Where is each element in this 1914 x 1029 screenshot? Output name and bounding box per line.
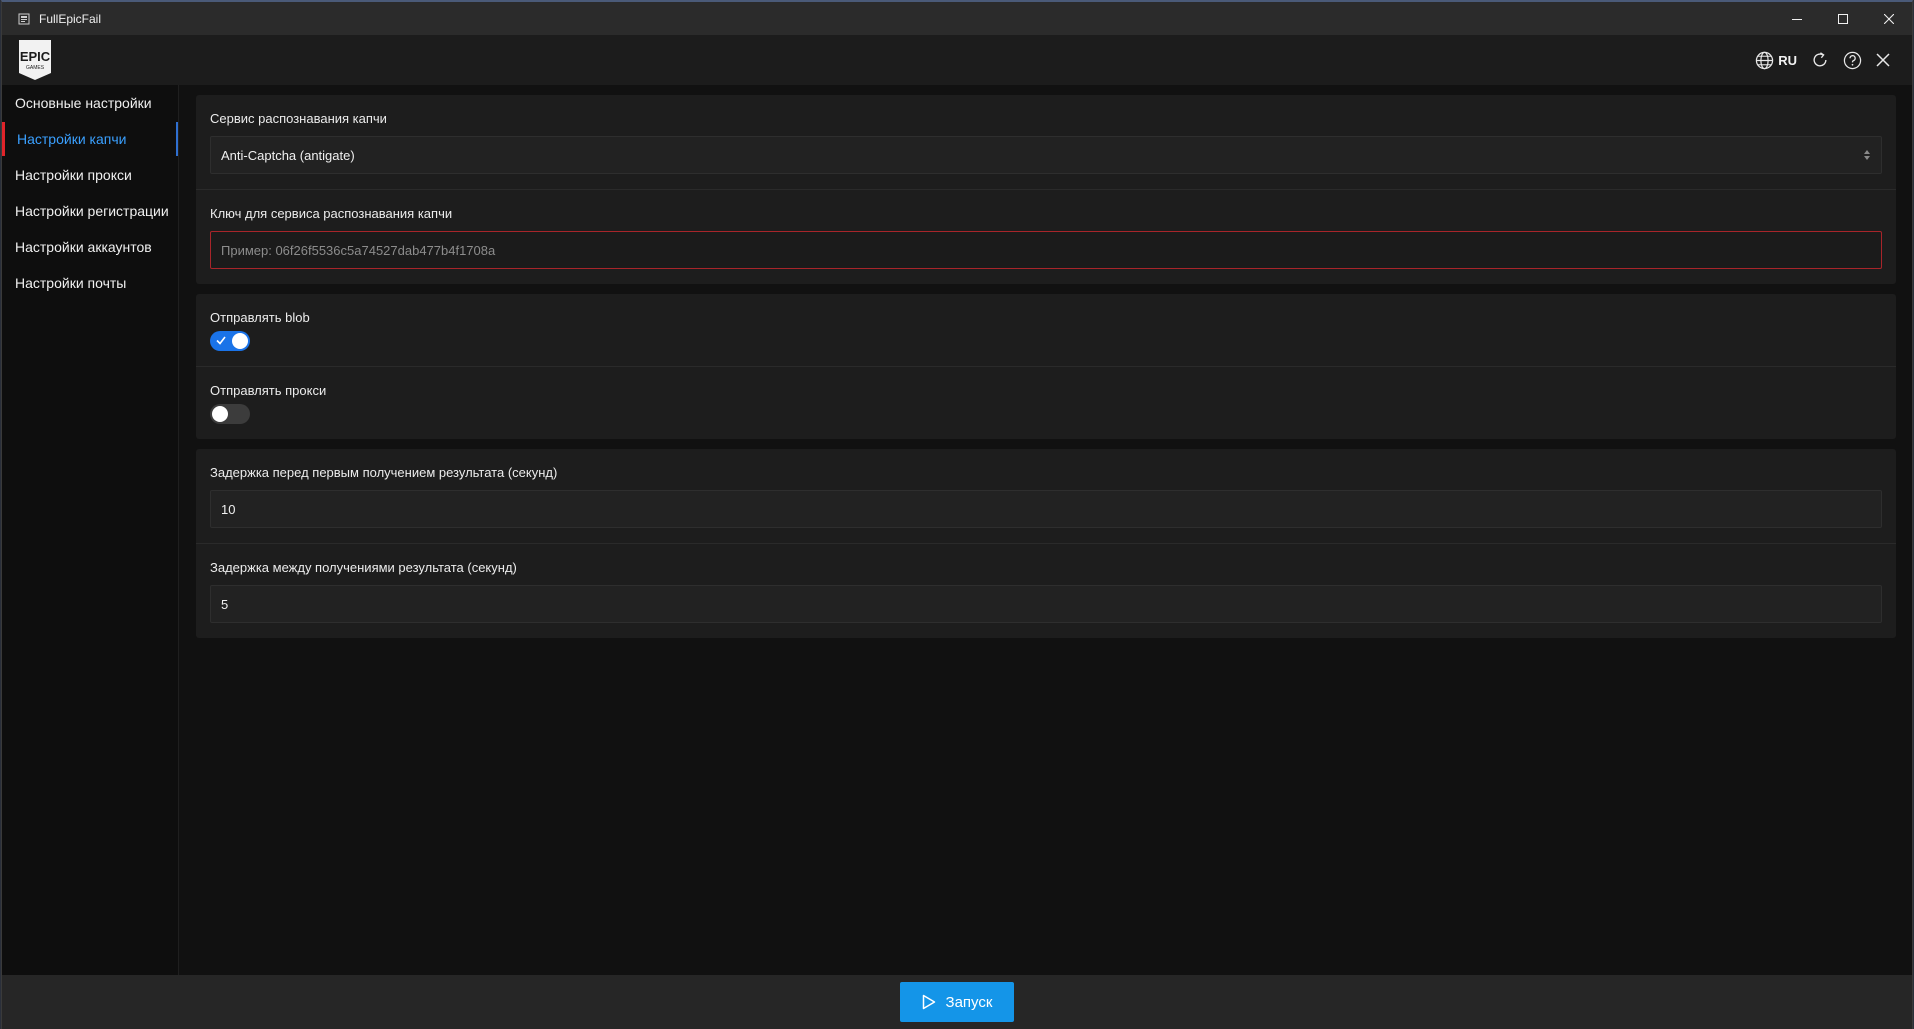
maximize-icon: [1838, 13, 1848, 24]
close-icon: [1876, 53, 1890, 67]
captcha-service-card: Сервис распознавания капчи Anti-Captcha …: [196, 95, 1896, 284]
sidebar-item-registration-settings[interactable]: Настройки регистрации: [2, 193, 178, 229]
select-arrows-icon: [1863, 149, 1871, 161]
refresh-icon: [1813, 52, 1827, 67]
app-icon: [17, 12, 31, 26]
help-button[interactable]: [1843, 51, 1862, 70]
footer-bar: Запуск: [2, 975, 1912, 1029]
send-proxy-toggle[interactable]: [210, 404, 250, 424]
captcha-key-input[interactable]: Пример: 06f26f5536c5a74527dab477b4f1708a: [210, 231, 1882, 269]
first-delay-value: 10: [221, 501, 236, 517]
between-delay-value: 5: [221, 596, 229, 612]
help-icon: [1843, 51, 1862, 69]
sidebar-item-mail-settings[interactable]: Настройки почты: [2, 265, 178, 301]
captcha-key-field: Ключ для сервиса распознавания капчи При…: [196, 190, 1896, 284]
send-proxy-label: Отправлять прокси: [210, 383, 327, 398]
window-close-button[interactable]: [1866, 2, 1912, 35]
minimize-button[interactable]: [1774, 2, 1820, 35]
sidebar-item-label: Настройки регистрации: [15, 203, 169, 219]
title-bar: FullEpicFail: [2, 2, 1912, 35]
refresh-button[interactable]: [1811, 51, 1829, 69]
send-blob-label: Отправлять blob: [210, 310, 310, 325]
start-button[interactable]: Запуск: [900, 982, 1014, 1022]
start-button-label: Запуск: [945, 993, 993, 1011]
sidebar-item-account-settings[interactable]: Настройки аккаунтов: [2, 229, 178, 265]
epic-games-logo: EPIC GAMES: [19, 40, 51, 80]
app-close-button[interactable]: [1876, 53, 1890, 67]
sidebar-item-label: Настройки капчи: [17, 131, 127, 147]
play-icon: [922, 994, 935, 1010]
minimize-icon: [1792, 18, 1802, 20]
svg-text:GAMES: GAMES: [26, 65, 45, 71]
globe-icon: [1756, 51, 1774, 69]
first-delay-input[interactable]: 10: [210, 490, 1882, 528]
sidebar-item-label: Настройки почты: [15, 275, 127, 291]
send-blob-field: Отправлять blob: [196, 294, 1896, 367]
settings-content: Сервис распознавания капчи Anti-Captcha …: [196, 95, 1896, 648]
sidebar: Основные настройки Настройки капчи Настр…: [2, 85, 179, 975]
window-title: FullEpicFail: [39, 11, 102, 26]
captcha-service-label: Сервис распознавания капчи: [210, 111, 387, 126]
send-proxy-field: Отправлять прокси: [196, 367, 1896, 439]
first-delay-field: Задержка перед первым получением результ…: [196, 449, 1896, 544]
sidebar-item-label: Основные настройки: [15, 95, 152, 111]
sidebar-item-captcha-settings[interactable]: Настройки капчи: [2, 121, 178, 157]
captcha-key-label: Ключ для сервиса распознавания капчи: [210, 206, 453, 221]
captcha-service-select[interactable]: Anti-Captcha (antigate): [210, 136, 1882, 174]
sidebar-item-proxy-settings[interactable]: Настройки прокси: [2, 157, 178, 193]
between-delay-label: Задержка между получениями результата (с…: [210, 560, 517, 575]
toggle-knob: [212, 406, 228, 422]
send-blob-toggle[interactable]: [210, 331, 250, 351]
app-window: FullEpicFail EPIC GAMES RU Основные наст…: [1, 0, 1913, 1029]
close-icon: [1884, 13, 1894, 24]
between-delay-field: Задержка между получениями результата (с…: [196, 544, 1896, 638]
app-header: EPIC GAMES RU: [2, 35, 1912, 85]
captcha-delay-card: Задержка перед первым получением результ…: [196, 449, 1896, 638]
check-icon: [216, 336, 226, 345]
language-label: RU: [1778, 52, 1797, 68]
captcha-service-field: Сервис распознавания капчи Anti-Captcha …: [196, 95, 1896, 190]
captcha-options-card: Отправлять blob Отправлять прокси: [196, 294, 1896, 439]
captcha-key-placeholder: Пример: 06f26f5536c5a74527dab477b4f1708a: [221, 242, 496, 258]
toggle-knob: [232, 333, 248, 349]
maximize-button[interactable]: [1820, 2, 1866, 35]
captcha-service-value: Anti-Captcha (antigate): [221, 147, 355, 163]
first-delay-label: Задержка перед первым получением результ…: [210, 465, 558, 480]
between-delay-input[interactable]: 5: [210, 585, 1882, 623]
svg-text:EPIC: EPIC: [20, 49, 51, 64]
sidebar-item-label: Настройки прокси: [15, 167, 132, 183]
sidebar-item-label: Настройки аккаунтов: [15, 239, 152, 255]
language-selector[interactable]: RU: [1755, 51, 1797, 70]
sidebar-item-main-settings[interactable]: Основные настройки: [2, 85, 178, 121]
